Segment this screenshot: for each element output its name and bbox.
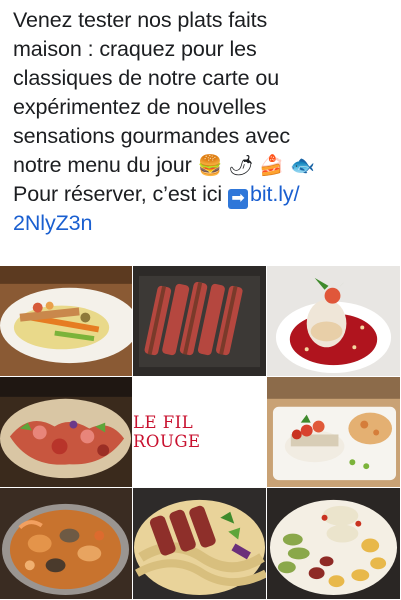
reservation-link-continued[interactable]: 2NlyZ3n: [13, 209, 393, 238]
post-line: maison : craquez pour les: [13, 37, 257, 61]
fish-emoji-icon: 🐟: [290, 153, 315, 177]
post-line-with-emojis: notre menu du jour 🍔 🌶 🍰 🐟: [13, 151, 393, 180]
brand-logo-tile[interactable]: LE FIL ROUGE: [133, 377, 267, 488]
photo-gallery: LE FIL ROUGE: [0, 266, 401, 600]
cake-emoji-icon: 🍰: [259, 153, 285, 177]
post-line: sensations gourmandes avec: [13, 124, 291, 148]
photo-skewers-plate[interactable]: [0, 266, 133, 377]
arrow-right-icon: ➡: [227, 189, 248, 209]
brand-logo: LE FIL ROUGE: [133, 413, 201, 451]
post-text: Venez tester nos plats faits maison : cr…: [13, 6, 393, 238]
post-line: notre menu du jour: [13, 153, 192, 177]
post-line: classiques de notre carte ou: [13, 66, 280, 90]
photo-charcuterie[interactable]: [0, 377, 133, 488]
reserve-text: Pour réserver, c’est ici: [13, 182, 223, 206]
burger-emoji-icon: 🍔: [197, 153, 223, 177]
photo-sliced-duck[interactable]: [133, 266, 267, 377]
post-line: expérimentez de nouvelles: [13, 95, 267, 119]
post-line: Venez tester nos plats faits: [13, 8, 268, 32]
photo-dessert-coulis[interactable]: [267, 266, 401, 377]
photo-seafood-pot[interactable]: [0, 488, 133, 600]
chili-emoji-icon: 🌶: [228, 153, 254, 177]
reservation-link[interactable]: bit.ly/: [250, 182, 300, 206]
reserve-line: Pour réserver, c’est ici ➡ bit.ly/: [13, 180, 393, 209]
photo-vegetable-plate[interactable]: [267, 488, 401, 600]
photo-steak-pasta[interactable]: [133, 488, 267, 600]
photo-fish-tomato[interactable]: [267, 377, 401, 488]
